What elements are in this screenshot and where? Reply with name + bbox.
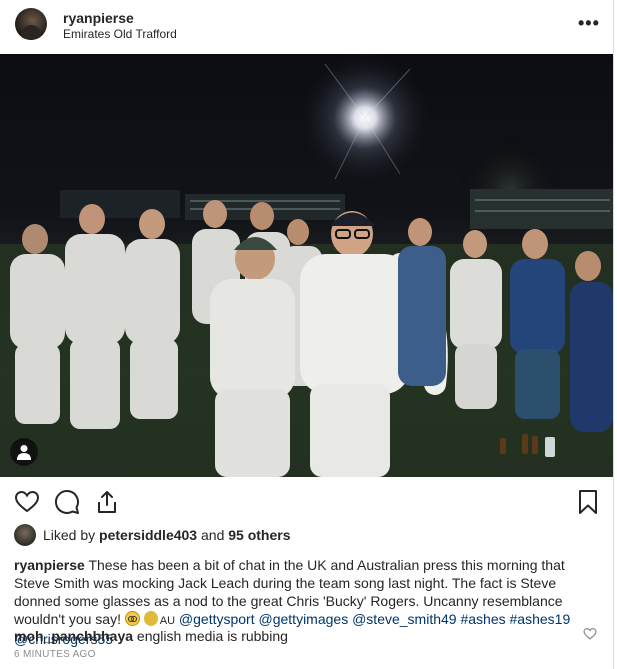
flag-label: AU bbox=[159, 615, 176, 627]
hashtag-link[interactable]: #ashes bbox=[460, 611, 505, 627]
mention-link[interactable]: @steve_smith49 bbox=[352, 611, 456, 627]
share-button[interactable] bbox=[94, 489, 120, 515]
photo-scene bbox=[0, 54, 613, 477]
instagram-post: ryanpierse Emirates Old Trafford ••• Lik… bbox=[0, 0, 614, 669]
bookmark-icon bbox=[579, 490, 597, 514]
mention-link[interactable]: @gettyimages bbox=[259, 611, 349, 627]
comment-button[interactable] bbox=[54, 489, 80, 515]
share-icon bbox=[98, 491, 116, 513]
likes-conjunction: and bbox=[197, 527, 229, 543]
comment-icon bbox=[55, 490, 79, 514]
like-button[interactable] bbox=[14, 489, 40, 515]
username-link[interactable]: ryanpierse bbox=[63, 10, 134, 26]
avatar[interactable] bbox=[15, 8, 47, 40]
liker-avatar[interactable] bbox=[14, 524, 36, 546]
post-timestamp[interactable]: 6 MINUTES AGO bbox=[14, 649, 96, 660]
mention-link[interactable]: @gettysport bbox=[179, 611, 255, 627]
comment-item: moh_panchbhaya english media is rubbing bbox=[14, 628, 288, 644]
comment-like-button[interactable] bbox=[583, 627, 597, 646]
heart-icon bbox=[14, 490, 40, 513]
post-photo[interactable] bbox=[0, 54, 613, 477]
post-header: ryanpierse Emirates Old Trafford ••• bbox=[0, 0, 613, 54]
likes-text: Liked by petersiddle403 and 95 others bbox=[43, 527, 291, 543]
save-button[interactable] bbox=[575, 489, 601, 515]
liker-username-link[interactable]: petersiddle403 bbox=[99, 527, 197, 543]
au-flag-emoji-icon bbox=[143, 611, 158, 626]
caption-username-link[interactable]: ryanpierse bbox=[14, 557, 85, 573]
comment-username-link[interactable]: moh_panchbhaya bbox=[14, 628, 133, 644]
user-tag-icon bbox=[17, 445, 31, 460]
hashtag-link[interactable]: #ashes19 bbox=[510, 611, 571, 627]
heart-icon bbox=[583, 627, 597, 640]
likes-prefix: Liked by bbox=[43, 527, 100, 543]
user-tag-button[interactable] bbox=[10, 438, 38, 466]
location-link[interactable]: Emirates Old Trafford bbox=[63, 27, 177, 41]
more-options-button[interactable]: ••• bbox=[578, 13, 600, 34]
comment-text: english media is rubbing bbox=[133, 628, 288, 644]
likes-others-link[interactable]: 95 others bbox=[228, 527, 290, 543]
face-glasses-emoji-icon bbox=[124, 611, 140, 626]
action-bar bbox=[0, 477, 613, 525]
